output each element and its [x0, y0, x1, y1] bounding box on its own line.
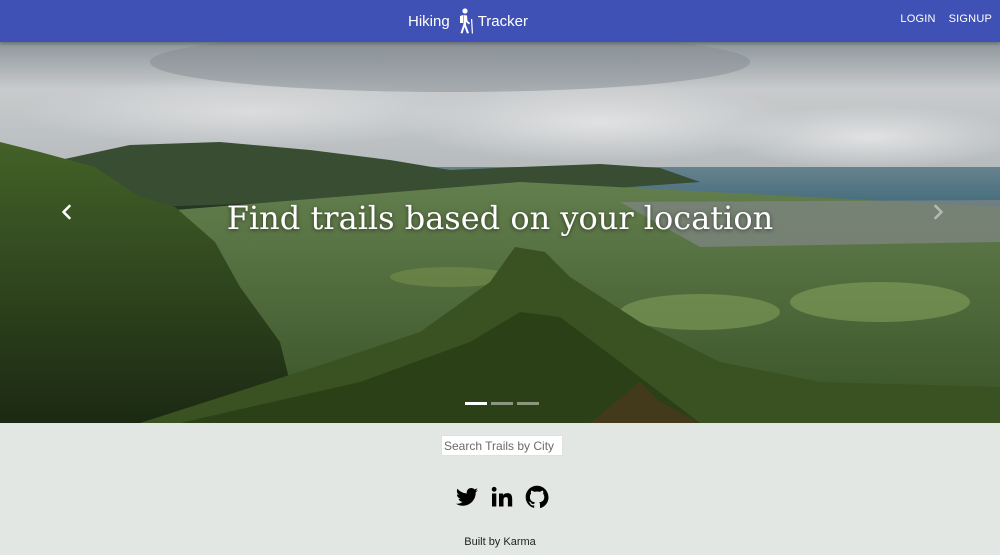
navbar: Hiking Tracker LOGIN SIGNUP — [0, 0, 1000, 42]
carousel-indicators — [465, 402, 539, 405]
twitter-icon[interactable] — [455, 485, 479, 509]
brand[interactable]: Hiking Tracker — [408, 6, 528, 36]
city-search-input[interactable] — [441, 435, 563, 456]
brand-text-hiking: Hiking — [408, 12, 450, 30]
signup-link[interactable]: SIGNUP — [949, 13, 992, 25]
hiker-icon — [459, 8, 473, 34]
login-link[interactable]: LOGIN — [900, 13, 935, 25]
chevron-left-icon[interactable] — [55, 200, 79, 224]
carousel-caption: Find trails based on your location — [226, 199, 774, 237]
footer-credit-text: Built by Karma — [464, 536, 536, 548]
carousel-indicator[interactable] — [517, 402, 539, 405]
hero-carousel: Find trails based on your location — [0, 42, 1000, 423]
github-icon[interactable] — [525, 485, 549, 509]
footer-credit: Built by Karma — [0, 536, 1000, 548]
carousel-indicator[interactable] — [465, 402, 487, 405]
linkedin-icon[interactable] — [490, 485, 514, 509]
chevron-right-icon[interactable] — [926, 200, 950, 224]
brand-text-tracker: Tracker — [477, 12, 528, 30]
nav-links: LOGIN SIGNUP — [900, 13, 992, 25]
carousel-indicator[interactable] — [491, 402, 513, 405]
social-links — [455, 485, 549, 509]
